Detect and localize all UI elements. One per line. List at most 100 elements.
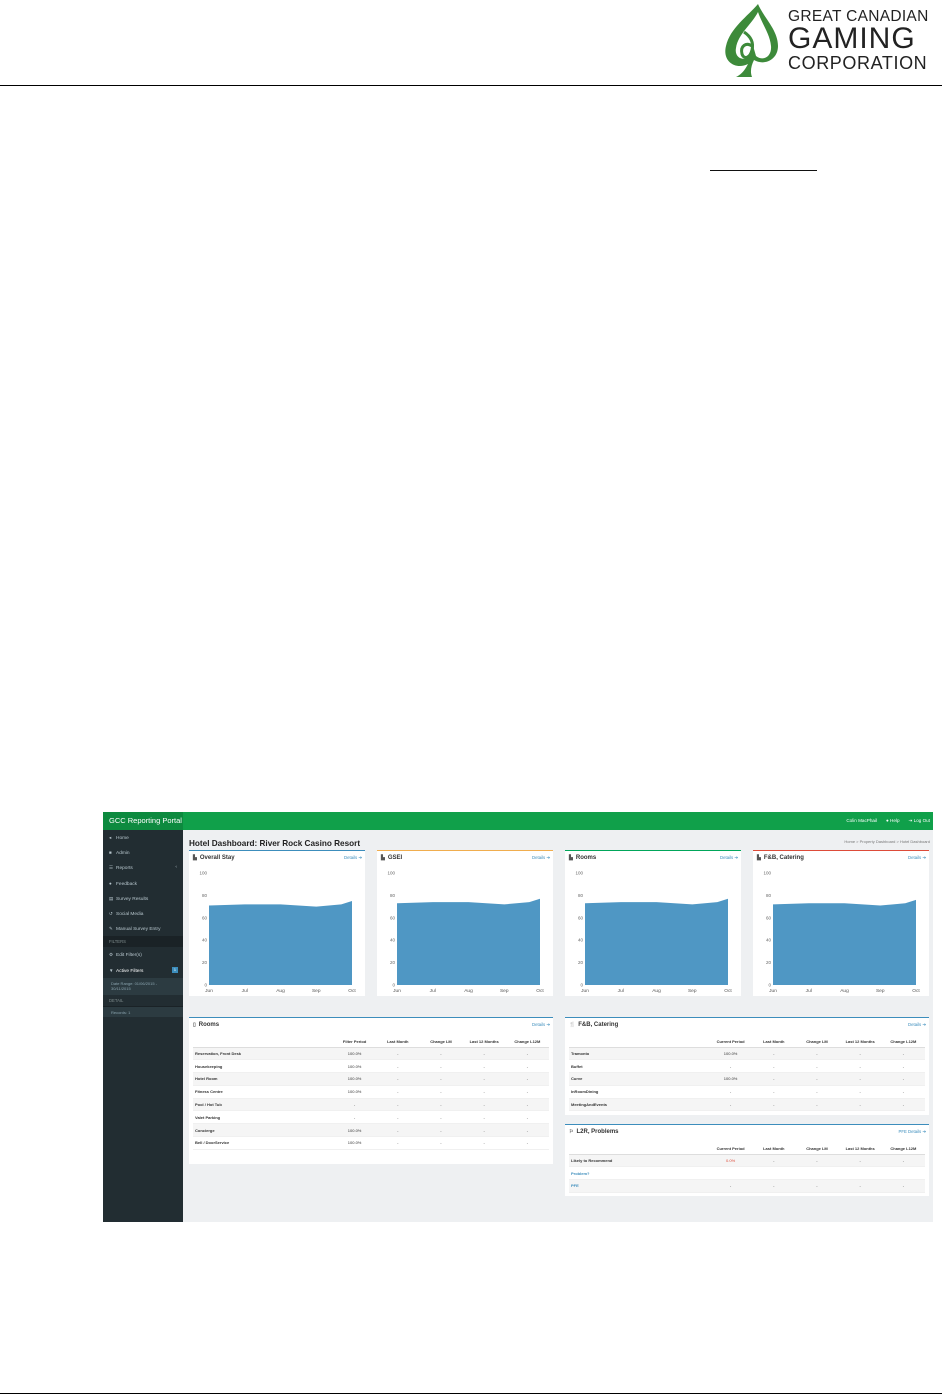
table-row: Curve 100.0% - - - - [569,1072,925,1086]
sidebar-item-admin[interactable]: ■ Admin [103,845,183,860]
table-cell: - [462,1072,506,1086]
area-series [773,899,916,985]
table-cell: - [752,1072,796,1086]
overall-stay-chart: 0 20 40 60 80 100 Jun Jul Aug Sep Oct [199,871,356,995]
date-range-filter[interactable]: Date Range: 01/06/2015 - 30/11/2015 [103,977,183,995]
table-cell: - [838,1098,882,1112]
lock-icon: ■ [109,850,112,856]
card-title: ▯ Rooms [193,1022,219,1028]
fb-catering-chart: 0 20 40 60 80 100 Jun Jul Aug Sep Oct [763,871,920,995]
table-cell: 100.0% [709,1047,753,1061]
gsei-card: ▙ GSEI Details ➜ 0 20 40 60 80 100 Jun Jul Aug Sep… [377,850,553,996]
y-tick-label: 80 [578,893,584,898]
pfe-details-link[interactable]: PFE Details ➜ [899,1129,927,1135]
table-cell [838,1166,882,1181]
y-tick-label: 100 [387,871,395,876]
table-cell: - [333,1098,377,1112]
x-tick-label: Oct [724,988,732,994]
table-cell: - [419,1136,463,1150]
y-tick-label: 40 [766,938,772,943]
y-tick-label: 60 [578,915,584,920]
details-link-label: Details [908,1022,922,1027]
gear-icon: ⚙ [109,952,114,958]
row-label: Tramonto [569,1047,709,1061]
table-row: InRoomDining - - - - - [569,1085,925,1099]
y-tick-label: 60 [766,915,772,920]
table-cell: - [709,1059,753,1074]
table-row: Concierge 100.0% - - - - [193,1123,549,1138]
y-tick-label: 40 [202,938,208,943]
card-title: 🍴 F&B, Catering [569,1022,618,1028]
table-cell: - [462,1136,506,1150]
table-cell: - [795,1085,839,1099]
table-cell: - [419,1098,463,1112]
sidebar-item-active-filters[interactable]: ▼ Active Filters 1 [103,963,183,978]
table-row: Valet Parking - - - - - [193,1110,549,1125]
x-tick-label: Jul [618,988,624,994]
help-link[interactable]: ● Help [886,812,900,830]
table-cell: 100.0% [709,1072,753,1086]
table-row: Fitness Centre 100.0% - - - - [193,1085,549,1099]
row-label: Likely to Recommend [569,1154,709,1168]
top-nav-links: Colin MacPhail ● Help ⇥ Log Out [846,812,930,830]
building-icon: ▯ [193,1022,196,1028]
detail-header: DETAIL [103,994,183,1006]
sidebar-item-edit-filters[interactable]: ⚙ Edit Filter(s) [103,947,183,962]
row-label: Housekeeping [193,1059,333,1074]
table-cell: - [709,1085,753,1099]
sidebar-item-feedback[interactable]: ● Feedback [103,876,183,891]
main-content: Hotel Dashboard: River Rock Casino Resor… [183,830,933,1222]
table-cell: - [505,1085,549,1099]
x-tick-label: Aug [840,988,849,994]
breadcrumb-property-dashboard[interactable]: Property Dashboard [860,839,896,844]
table-cell: - [838,1154,882,1168]
table-row: Buffet - - - - - [569,1059,925,1074]
rooms-chart-card: ▙ Rooms Details ➜ 0 20 40 60 80 100 Jun Jul Aug Se… [565,850,741,996]
share-icon: ↺ [109,910,113,916]
breadcrumb-home[interactable]: Home [844,839,855,844]
table-cell: - [462,1110,506,1125]
row-label[interactable]: Problem? [569,1166,709,1181]
sidebar-item-label: Feedback [116,881,138,887]
user-menu[interactable]: Colin MacPhail [846,812,877,830]
table-cell [752,1166,796,1181]
table-cell: - [752,1179,796,1193]
sidebar-item-manual-survey-entry[interactable]: ✎ Manual Survey Entry [103,921,183,936]
active-filters-badge: 1 [171,966,178,973]
table-cell: - [376,1123,420,1138]
column-header: Last Month [752,1036,796,1048]
row-label[interactable]: PFE [569,1179,709,1193]
column-header: Last 12 Months [838,1143,882,1155]
rooms-table: Filter Period Last Month Change LM Last 12 … [193,1036,549,1150]
row-label: Buffet [569,1059,709,1074]
table-cell: 100.0% [333,1059,377,1074]
y-tick-label: 100 [575,871,583,876]
row-label: Pool / Hot Tub [193,1098,333,1112]
table-cell: - [419,1059,463,1074]
table-cell: 100.0% [333,1047,377,1061]
x-tick-label: Aug [276,988,285,994]
sidebar-item-label: Home [116,836,129,841]
table-cell: - [462,1059,506,1074]
sidebar-item-social-media[interactable]: ↺ Social Media [103,906,183,921]
l2r-table: Current Period Last Month Change LM Last 12… [569,1143,925,1193]
table-cell: - [376,1059,420,1074]
y-tick-label: 0 [204,983,207,988]
table-cell: - [838,1179,882,1193]
sidebar-item-survey-results[interactable]: ▤ Survey Results [103,891,183,906]
y-tick-label: 20 [578,960,584,965]
table-cell: 100.0% [333,1085,377,1099]
details-link[interactable]: Details ➜ [908,1022,926,1028]
top-navbar: GCC Reporting Portal Colin MacPhail ● He… [103,812,933,830]
row-label: Hotel Room [193,1072,333,1086]
table-row: Likely to Recommend 0.0% - - - - [569,1154,925,1168]
table-cell: - [419,1047,463,1061]
row-label: Bell / DoorService [193,1136,333,1150]
portal-brand[interactable]: GCC Reporting Portal [103,812,183,830]
details-link[interactable]: Details ➜ [532,1022,550,1028]
l2r-table-card: ⚐ L2R, Problems PFE Details ➜ Current Per… [565,1124,929,1196]
logout-link[interactable]: ⇥ Log Out [909,812,931,830]
table-cell: - [881,1098,925,1112]
sidebar-item-home[interactable]: ◂ Home [103,830,183,845]
sidebar-item-reports[interactable]: ☰ Reports ‹ [103,860,183,875]
